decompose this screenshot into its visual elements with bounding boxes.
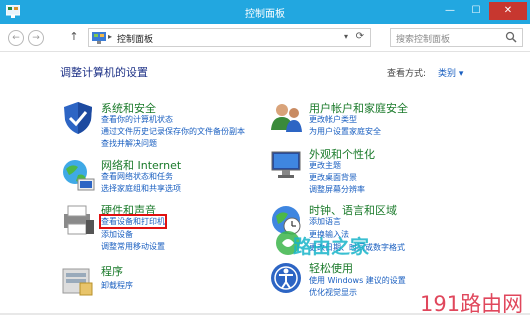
link-uninstall-program[interactable]: 卸载程序	[101, 280, 133, 291]
link-file-history-backup[interactable]: 通过文件历史记录保存你的文件备份副本	[101, 126, 245, 137]
users-icon[interactable]	[268, 100, 304, 136]
forward-button[interactable]: →	[28, 30, 44, 46]
close-button[interactable]: ✕	[489, 2, 527, 20]
link-family-safety[interactable]: 为用户设置家庭安全	[309, 126, 381, 137]
link-add-language[interactable]: 添加语言	[309, 216, 341, 227]
monitor-icon[interactable]	[268, 146, 304, 182]
link-optimize-visual-display[interactable]: 优化视觉显示	[309, 287, 357, 298]
globe-network-icon[interactable]	[60, 157, 96, 193]
programs-icon[interactable]	[60, 263, 96, 299]
category-title-ease-of-access[interactable]: 轻松使用	[309, 260, 353, 276]
link-homegroup-sharing[interactable]: 选择家庭组和共享选项	[101, 183, 181, 194]
search-icon[interactable]	[505, 31, 517, 43]
link-troubleshoot[interactable]: 查找并解决问题	[101, 138, 157, 149]
view-by-label: 查看方式:	[387, 69, 427, 79]
search-placeholder: 搜索控制面板	[396, 35, 451, 45]
printer-icon[interactable]	[60, 202, 96, 238]
link-add-device[interactable]: 添加设备	[101, 229, 133, 240]
link-view-computer-status[interactable]: 查看你的计算机状态	[101, 114, 173, 125]
maximize-button[interactable]: ☐	[463, 2, 489, 20]
title-bar: 控制面板 — ☐ ✕	[0, 0, 530, 24]
address-bar: ← → ↑ ▸ 控制面板 ▾ ⟳ 搜索控制面板	[0, 24, 530, 52]
link-change-account-type[interactable]: 更改帐户类型	[309, 114, 357, 125]
address-box[interactable]: ▸ 控制面板 ▾ ⟳	[88, 28, 371, 47]
search-input[interactable]: 搜索控制面板	[390, 28, 523, 47]
link-mobility-settings[interactable]: 调整常用移动设置	[101, 241, 165, 252]
link-change-theme[interactable]: 更改主题	[309, 160, 341, 171]
shield-icon[interactable]	[60, 100, 96, 136]
link-screen-resolution[interactable]: 调整屏幕分辨率	[309, 184, 365, 195]
link-devices-printers[interactable]: 查看设备和打印机	[99, 214, 167, 229]
link-windows-suggested-settings[interactable]: 使用 Windows 建议的设置	[309, 275, 406, 286]
watermark-site-text: 191路由网	[420, 292, 524, 315]
watermark-logo-text: 路由之家	[293, 236, 370, 258]
refresh-icon[interactable]: ⟳	[356, 31, 364, 42]
back-button[interactable]: ←	[8, 30, 24, 46]
category-title-programs[interactable]: 程序	[101, 263, 123, 279]
breadcrumb-chevron-icon[interactable]: ▸	[108, 32, 112, 41]
minimize-button[interactable]: —	[437, 2, 463, 20]
ease-of-access-icon[interactable]	[268, 260, 304, 296]
link-network-status[interactable]: 查看网络状态和任务	[101, 171, 173, 182]
breadcrumb[interactable]: 控制面板	[117, 32, 153, 45]
address-dropdown-icon[interactable]: ▾	[344, 32, 348, 41]
page-title: 调整计算机的设置	[60, 66, 148, 79]
link-change-background[interactable]: 更改桌面背景	[309, 172, 357, 183]
view-by-dropdown[interactable]: 类别 ▾	[438, 66, 463, 79]
control-panel-icon	[92, 32, 106, 44]
up-button[interactable]: ↑	[66, 30, 82, 46]
